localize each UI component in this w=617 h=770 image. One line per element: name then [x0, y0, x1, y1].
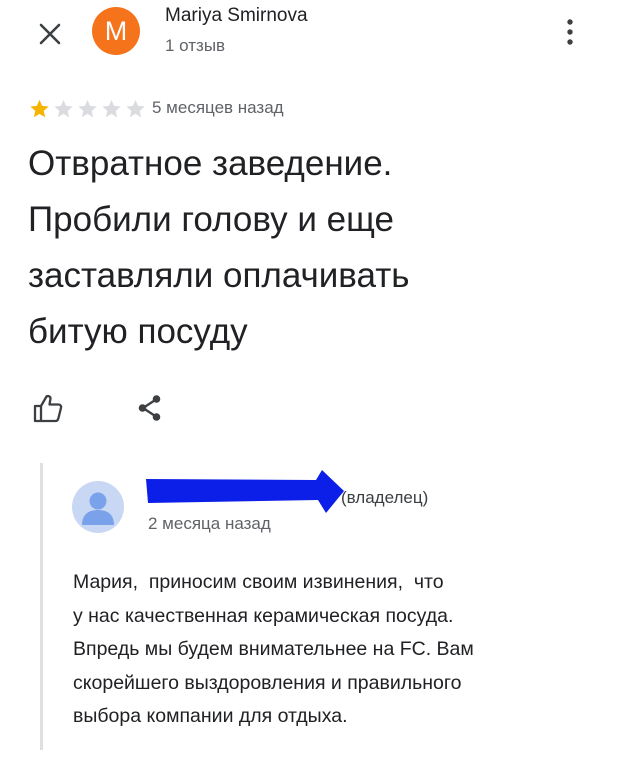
- more-options-button[interactable]: [556, 14, 584, 50]
- star-empty-icon: [54, 99, 73, 118]
- review-text: Отвратное заведение. Пробили голову и ещ…: [28, 136, 588, 360]
- owner-avatar: [72, 481, 124, 533]
- reply-text: Мария, приносим своим извинения, что у н…: [73, 566, 593, 734]
- star-empty-icon: [126, 99, 145, 118]
- reviewer-review-count: 1 отзыв: [165, 36, 226, 55]
- star-filled-icon: [30, 99, 49, 118]
- redacted-owner-name: [146, 467, 346, 521]
- review-text-line: Отвратное заведение.: [28, 144, 393, 183]
- star-rating: [28, 97, 148, 121]
- avatar-letter: M: [104, 15, 128, 46]
- review-text-line: битую посуду: [28, 312, 248, 351]
- reply-text-line: у нас качественная керамическая посуда.: [73, 604, 454, 627]
- reply-text-line: скорейшего выздоровления и правильного: [73, 671, 462, 694]
- more-vert-icon: [567, 19, 573, 45]
- reply-text-line: выбора компании для отдыха.: [73, 705, 348, 727]
- reply-divider: [40, 463, 43, 750]
- review-date: 5 месяцев назад: [152, 98, 284, 117]
- owner-label: (владелец): [341, 488, 429, 507]
- reviewer-name[interactable]: Mariya Smirnova: [165, 5, 308, 27]
- star-empty-icon: [78, 99, 97, 118]
- like-button[interactable]: [28, 388, 68, 428]
- reply-text-line: Впредь мы будем внимательнее на FC. Вам: [73, 638, 474, 660]
- star-empty-icon: [102, 99, 121, 118]
- share-button[interactable]: [130, 388, 170, 428]
- reply-text-line: Мария, приносим своим извинения, что: [73, 571, 444, 593]
- close-icon: [39, 23, 61, 45]
- review-text-line: заставляли оплачивать: [28, 256, 410, 295]
- review-text-line: Пробили голову и еще: [28, 200, 395, 239]
- person-icon: [82, 492, 114, 525]
- thumb-up-icon: [33, 394, 63, 423]
- reply-date: 2 месяца назад: [148, 514, 271, 533]
- close-button[interactable]: [30, 14, 70, 54]
- reviewer-avatar[interactable]: M: [92, 7, 140, 55]
- share-icon: [138, 395, 161, 421]
